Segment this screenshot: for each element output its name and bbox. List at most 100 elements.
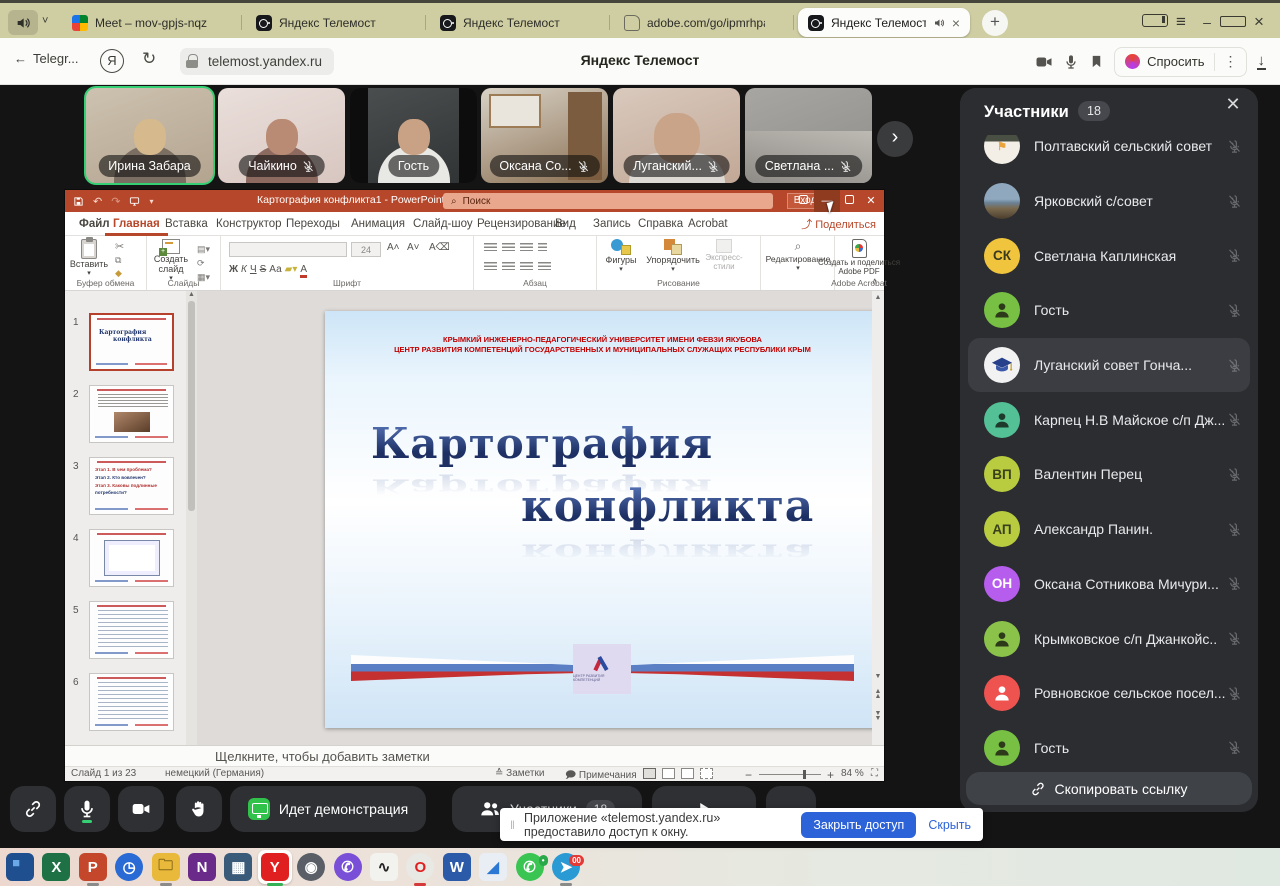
tab-audio-button[interactable] [8, 10, 38, 35]
slideshow-icon[interactable] [129, 196, 140, 207]
copy-icon[interactable]: ⧉ [115, 254, 124, 267]
close-tab-icon[interactable]: × [952, 15, 960, 31]
ribbon-tab-переходы[interactable]: Переходы [278, 212, 348, 236]
taskbar-icon-calculator[interactable]: ▦ [224, 853, 252, 881]
zoom-level[interactable]: 84 % [841, 768, 864, 779]
slide-layout-icon[interactable]: ▤▾ [197, 242, 210, 256]
participant-row[interactable]: Гость [960, 721, 1258, 766]
browser-tab[interactable]: Яндекс Телемост [430, 8, 610, 37]
comments-toggle[interactable]: 🗩 Примечания [565, 768, 637, 785]
font-style-button[interactable]: S [260, 264, 267, 275]
view-buttons[interactable] [643, 768, 719, 779]
clear-format-icon[interactable]: А⌫ [429, 242, 450, 253]
maximize-button[interactable] [1220, 14, 1246, 30]
taskbar-icon-word[interactable]: W [443, 853, 471, 881]
taskbar-icon-telegram[interactable]: ➤00 [552, 853, 580, 881]
drag-grip-icon[interactable]: ‖ [510, 818, 516, 832]
close-access-button[interactable]: Закрыть доступ [801, 812, 916, 838]
create-pdf-button[interactable]: Создать и поделиться Adobe PDF [811, 239, 907, 276]
taskbar-icon-chart-app[interactable]: ∿ [370, 853, 398, 881]
taskbar-icon-yandex-browser[interactable]: Y [261, 853, 289, 881]
taskbar-icon-powerpoint[interactable]: P [79, 853, 107, 881]
participant-row[interactable]: АПАлександр Панин. [960, 502, 1258, 557]
participant-row[interactable]: Гость [960, 283, 1258, 338]
notes-toggle[interactable]: ≙ Заметки [495, 768, 544, 779]
slide-thumbnail[interactable]: Этап 1. В чем проблема?Этап 2. Кто вовле… [89, 457, 174, 515]
browser-tab[interactable]: adobe.com/go/ipmrhpac [614, 8, 794, 37]
taskbar-icon-onenote[interactable]: N [188, 853, 216, 881]
participant-row[interactable]: ОНОксана Сотникова Мичури... [960, 557, 1258, 612]
mic-muted-icon[interactable] [1227, 576, 1242, 591]
close-button[interactable]: × [1246, 12, 1272, 32]
zoom-slider-thumb[interactable] [803, 770, 806, 779]
mic-muted-icon[interactable] [1227, 358, 1242, 373]
zoom-in-button[interactable]: + [827, 768, 834, 782]
share-button[interactable]: ⤴ Поделиться [801, 216, 876, 232]
save-icon[interactable] [73, 196, 84, 207]
chevron-down-icon[interactable]: ˅ [42, 15, 48, 27]
mic-muted-icon[interactable] [1227, 412, 1242, 427]
participant-row[interactable]: Карпец Н.В Майское с/п Дж... [960, 392, 1258, 447]
mic-permission-icon[interactable] [1063, 54, 1079, 70]
undo-icon[interactable]: ↶ [93, 195, 102, 208]
participant-row[interactable]: Луганский совет Гонча... [968, 338, 1250, 393]
ribbon-tab-вид[interactable]: Вид [547, 212, 584, 236]
browser-tab[interactable]: Meet – mov-gpjs-nqz [62, 8, 242, 37]
participant-row[interactable]: Ярковский с/совет [960, 174, 1258, 229]
raise-hand-button[interactable] [176, 786, 222, 832]
redo-icon[interactable]: ↷ [111, 195, 120, 208]
mic-muted-icon[interactable] [1227, 686, 1242, 701]
font-style-button[interactable]: Ч [250, 264, 257, 275]
reset-slide-icon[interactable]: ⟳ [197, 256, 210, 270]
mic-muted-icon[interactable] [1227, 194, 1242, 209]
zoom-slider[interactable] [759, 774, 821, 775]
menu-icon[interactable]: ≡ [1168, 12, 1194, 32]
video-tile[interactable]: Гость [350, 88, 477, 183]
slide[interactable]: КРЫМКИЙ ИНЖЕНЕРНО-ПЕДАГОГИЧЕСКИЙ УНИВЕРС… [325, 311, 880, 728]
close-panel-icon[interactable]: ✕ [1222, 94, 1244, 115]
mic-muted-icon[interactable] [1227, 631, 1242, 646]
mic-muted-icon[interactable] [1227, 467, 1242, 482]
taskbar-icon-clock[interactable]: ◷ [115, 853, 143, 881]
slide-thumbnail[interactable] [89, 673, 174, 731]
mic-muted-icon[interactable] [1227, 740, 1242, 755]
video-tile[interactable]: Чайкино [218, 88, 345, 183]
ribbon-tab-вставка[interactable]: Вставка [157, 212, 216, 236]
taskbar-icon-explorer[interactable]: 🗀 [152, 853, 180, 881]
participant-row[interactable]: Ровновское сельское посел... [960, 666, 1258, 721]
cut-icon[interactable]: ✂ [115, 241, 124, 254]
font-name-select[interactable] [229, 242, 347, 257]
change-case-button[interactable]: Аа [269, 264, 281, 275]
screen-share-status-button[interactable]: Идет демонстрация [230, 786, 426, 832]
copy-link-button-toolbar[interactable] [10, 786, 56, 832]
new-slide-button[interactable]: + Создать слайд▾ [150, 239, 192, 282]
ribbon-tab-анимация[interactable]: Анимация [343, 212, 413, 236]
bookmarks-panel-icon[interactable] [1142, 14, 1168, 30]
video-tile[interactable]: Оксана Со... [481, 88, 608, 183]
next-tiles-button[interactable]: › [877, 121, 913, 157]
highlight-button[interactable]: ▰▾ [285, 264, 298, 275]
taskbar-icon-edge[interactable]: ◢ [479, 853, 507, 881]
microphone-button[interactable] [64, 786, 110, 832]
font-color-button[interactable]: А [300, 264, 307, 278]
quick-styles-button[interactable]: Экспресс-стили [701, 239, 747, 271]
zoom-out-button[interactable]: − [745, 768, 752, 782]
taskbar-icon-start[interactable] [6, 853, 34, 881]
downloads-icon[interactable]: ↓ [1257, 54, 1267, 70]
ppt-close-button[interactable]: ✕ [858, 190, 884, 212]
copy-link-button[interactable]: Скопировать ссылку [966, 772, 1252, 805]
browser-tab[interactable]: Яндекс Телемост [246, 8, 426, 37]
arrange-button[interactable]: Упорядочить▾ [645, 239, 701, 273]
taskbar-icon-viber[interactable]: ✆ [334, 853, 362, 881]
ribbon-display-options-button[interactable] [790, 190, 816, 212]
mic-muted-icon[interactable] [1227, 522, 1242, 537]
notes-field[interactable]: Щелкните, чтобы добавить заметки [65, 745, 884, 766]
previous-slide-button[interactable]: ▲▲ [872, 689, 884, 699]
mic-muted-icon[interactable] [1227, 303, 1242, 318]
participant-row[interactable]: Крымковское с/п Джанкойс.. [960, 611, 1258, 666]
ask-alice-button[interactable]: Спросить ⋮ [1114, 47, 1246, 77]
collapse-ribbon-icon[interactable]: ∧ [871, 276, 878, 287]
slide-thumbnail[interactable] [89, 601, 174, 659]
hide-notification-button[interactable]: Скрыть [928, 818, 971, 832]
font-style-button[interactable]: К [241, 264, 247, 275]
